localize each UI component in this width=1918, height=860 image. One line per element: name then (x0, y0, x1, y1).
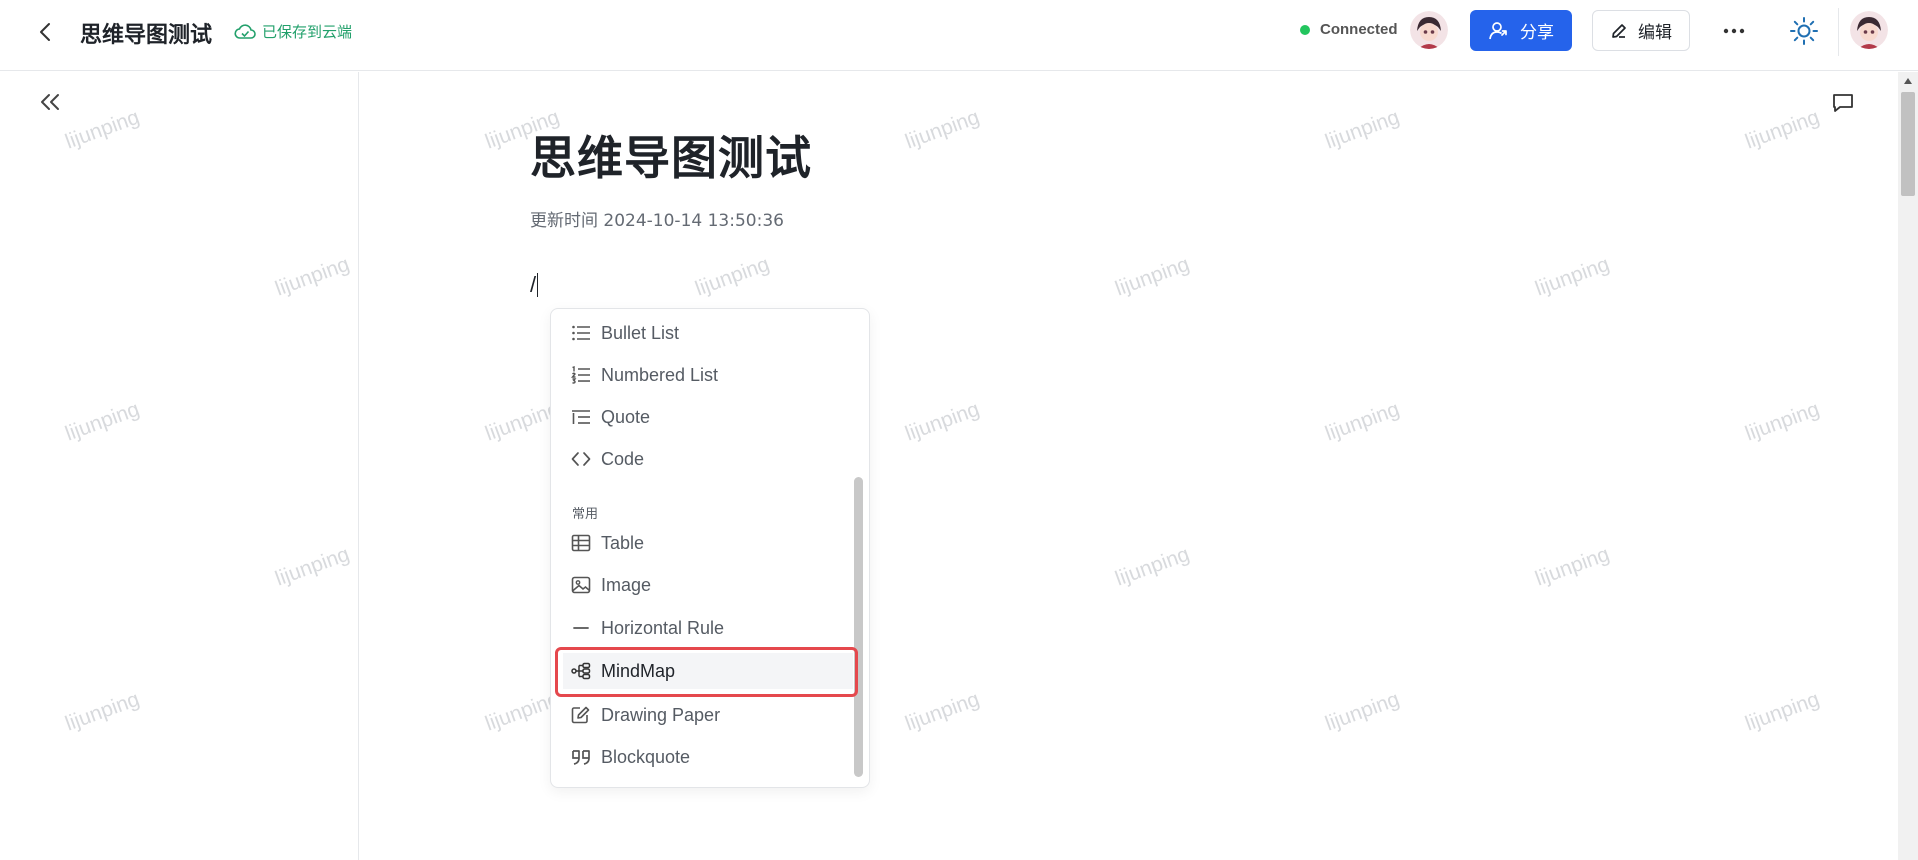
comments-button[interactable] (1828, 88, 1858, 118)
comment-icon (1833, 94, 1853, 112)
back-button[interactable] (32, 18, 60, 46)
blockquote-icon (572, 750, 590, 765)
menu-item-label: Image (601, 574, 652, 595)
numbered-list-icon (571, 366, 590, 384)
menu-item-drawing-paper[interactable]: Drawing Paper (563, 697, 853, 733)
drawing-paper-icon (571, 706, 590, 724)
menu-scrollbar-thumb[interactable] (854, 477, 863, 777)
user-avatar[interactable] (1850, 11, 1888, 49)
menu-item-label: Drawing Paper (601, 704, 721, 725)
menu-item-bullet-list[interactable]: Bullet List (563, 315, 853, 351)
typed-slash: / (530, 272, 537, 297)
pencil-icon (1612, 23, 1626, 38)
menu-item-quote[interactable]: Quote (563, 399, 853, 435)
menu-item-table[interactable]: Table (563, 525, 853, 561)
header-divider (1838, 8, 1839, 56)
sun-icon (1790, 17, 1818, 45)
scroll-up-arrow-icon[interactable] (1904, 78, 1912, 84)
connection-text: Connected (1320, 21, 1398, 38)
sidebar (0, 72, 359, 860)
bullet-list-icon (572, 325, 590, 341)
slash-command-menu: Bullet List Numbered List Quote Code 常用 … (550, 308, 870, 788)
save-status: 已保存到云端 (234, 21, 352, 42)
menu-item-label: Quote (601, 406, 651, 427)
collapse-sidebar-button[interactable] (36, 88, 64, 116)
menu-item-label: Table (601, 532, 645, 553)
menu-item-label: Blockquote (601, 746, 691, 767)
share-label: 分享 (1520, 23, 1554, 43)
menu-item-label: Numbered List (601, 364, 719, 385)
document-heading: 思维导图测试 (530, 131, 812, 185)
more-dots-icon (1723, 28, 1745, 34)
chevron-left-icon (40, 23, 50, 41)
menu-item-label: Horizontal Rule (601, 617, 725, 638)
code-icon (571, 452, 591, 466)
top-header: 思维导图测试 已保存到云端 Connected 分享 编辑 (0, 0, 1918, 71)
page-scrollbar-thumb[interactable] (1901, 92, 1915, 196)
menu-item-horizontal-rule[interactable]: Horizontal Rule (563, 610, 853, 646)
edit-button[interactable]: 编辑 (1592, 10, 1690, 51)
document-title: 思维导图测试 (80, 23, 213, 48)
double-chevron-left-icon (41, 94, 59, 110)
updated-time: 更新时间 2024-10-14 13:50:36 (530, 211, 784, 231)
quote-icon (572, 410, 590, 424)
collaborator-avatar[interactable] (1410, 11, 1448, 49)
menu-item-blockquote[interactable]: Blockquote (563, 739, 853, 775)
menu-item-code[interactable]: Code (563, 441, 853, 477)
menu-item-label: Bullet List (601, 322, 680, 343)
editor-line[interactable]: / (530, 272, 539, 298)
connected-dot-icon (1300, 24, 1310, 35)
page-scrollbar[interactable] (1898, 72, 1918, 860)
menu-item-image[interactable]: Image (563, 567, 853, 603)
image-icon (571, 576, 591, 594)
menu-item-label: Code (601, 448, 645, 469)
edit-label: 编辑 (1638, 23, 1672, 43)
menu-item-numbered-list[interactable]: Numbered List (563, 357, 853, 393)
share-button[interactable]: 分享 (1470, 10, 1572, 51)
text-caret (537, 273, 539, 297)
mindmap-highlight-box (555, 647, 858, 697)
menu-section-label: 常用 (572, 507, 599, 522)
horizontal-rule-icon (573, 627, 589, 629)
table-icon (571, 534, 591, 552)
connection-status: Connected (1300, 21, 1398, 38)
cloud-check-icon (234, 23, 256, 39)
theme-toggle-button[interactable] (1788, 15, 1820, 47)
more-options-button[interactable] (1718, 15, 1750, 47)
save-status-text: 已保存到云端 (262, 23, 353, 41)
share-users-icon (1489, 21, 1507, 39)
